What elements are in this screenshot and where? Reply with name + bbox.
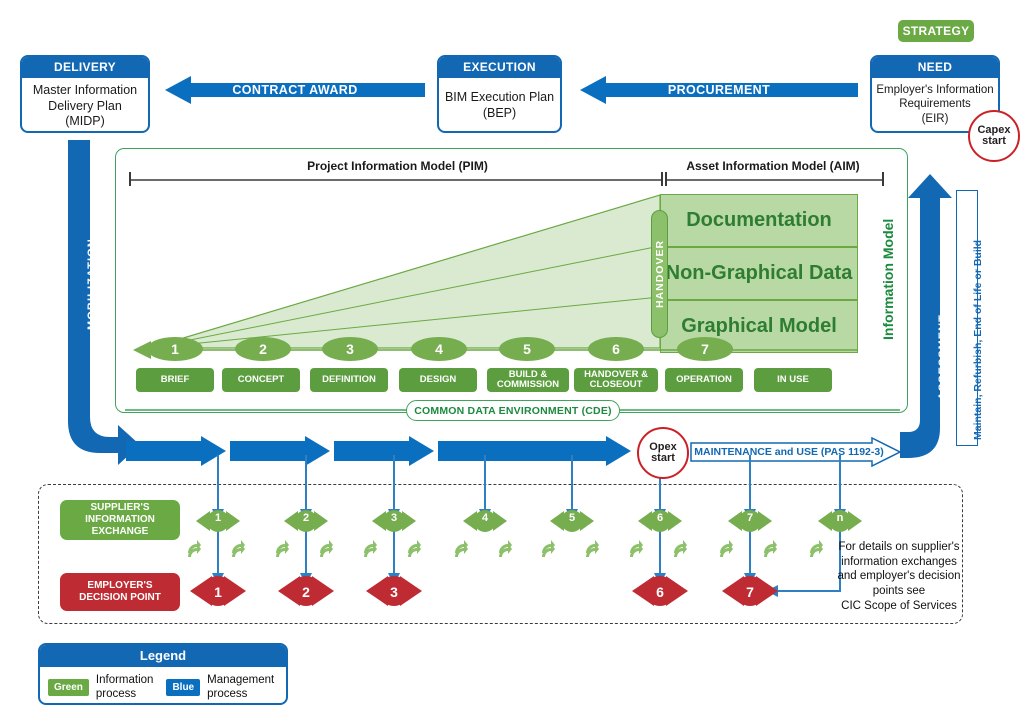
delivery-box: DELIVERY Master Information Delivery Pla… [20, 55, 150, 133]
stage-label-operation: OPERATION [665, 368, 743, 392]
mobilization-label: MOBILIZATION [86, 238, 98, 330]
scope-of-services-note: For details on supplier's information ex… [837, 541, 961, 612]
stage-number-3: 3 [322, 337, 378, 361]
supplier-marker-3: 3 [390, 512, 398, 524]
delivery-box-header: DELIVERY [22, 57, 148, 78]
contract-award-arrow: CONTRACT AWARD [165, 76, 425, 104]
delivery-box-body: Master Information Delivery Plan (MIDP) [32, 83, 138, 129]
employer-marker-2: 2 [302, 584, 310, 600]
information-growth-wedge [149, 194, 660, 349]
supplier-exchange-markers [196, 510, 862, 532]
aim-title: Asset Information Model (AIM) [686, 159, 860, 173]
execution-box-body: BIM Execution Plan (BEP) [444, 90, 555, 120]
handover-bar: HANDOVER [651, 210, 668, 338]
stage-label-concept: CONCEPT [222, 368, 300, 392]
handover-label: HANDOVER [653, 239, 666, 309]
stage-label-design: DESIGN [399, 368, 477, 392]
supplier-marker-5: 5 [568, 512, 576, 524]
stage-number-2: 2 [235, 337, 291, 361]
model-bar-documentation: Documentation [660, 194, 858, 247]
execution-box-header: EXECUTION [439, 57, 560, 78]
model-bar-non-graphical-data: Non-Graphical Data [660, 247, 858, 300]
legend-text-blue: Management process [207, 674, 275, 700]
stage-label-definition: DEFINITION [310, 368, 388, 392]
legend-text-green: Information process [95, 674, 154, 700]
stage-label-handover-closeout: HANDOVER & CLOSEOUT [574, 368, 658, 392]
supplier-marker-6: 6 [656, 512, 664, 524]
supplier-marker-2: 2 [302, 512, 310, 524]
stage-number-6: 6 [588, 337, 644, 361]
employer-marker-6: 6 [656, 584, 664, 600]
procurement-arrow: PROCUREMENT [580, 76, 858, 104]
supplier-marker-7: 7 [746, 512, 754, 524]
procurement-label: PROCUREMENT [667, 83, 771, 97]
capex-start-marker: Capex start [968, 110, 1020, 162]
strategy-badge: STRATEGY [898, 20, 974, 42]
need-box-header: NEED [872, 57, 998, 78]
legend-swatch-green: Green [48, 679, 89, 697]
bim-process-diagram: STRATEGY DELIVERY Master Information Del… [0, 0, 1024, 715]
legend-swatch-blue: Blue [166, 679, 201, 697]
opex-start-marker: Opex start [637, 427, 689, 479]
legend-title: Legend [40, 645, 286, 667]
model-range-rules [129, 172, 884, 186]
cde-badge: COMMON DATA ENVIRONMENT (CDE) [406, 400, 620, 421]
employer-marker-1: 1 [214, 584, 222, 600]
information-model-label: Information Model [880, 218, 896, 340]
stage-label-build-commission: BUILD & COMMISSION [487, 368, 569, 392]
supplier-marker-n: n [836, 512, 844, 524]
execution-box: EXECUTION BIM Execution Plan (BEP) [437, 55, 562, 133]
employer-marker-7: 7 [746, 584, 754, 600]
contract-award-label: CONTRACT AWARD [232, 83, 358, 97]
assessment-label: ASSESSMENT [937, 314, 949, 400]
legend-items: Green Information process Blue Managemen… [40, 667, 286, 703]
stage-number-4: 4 [411, 337, 467, 361]
stage-number-7: 7 [677, 337, 733, 361]
supplier-marker-4: 4 [481, 512, 489, 524]
maintain-refurbish-label: Maintain, Refurbish, End of Life or Buil… [972, 239, 984, 440]
employer-marker-3: 3 [390, 584, 398, 600]
capex-start-label: Capex start [977, 123, 1011, 147]
stage-number-5: 5 [499, 337, 555, 361]
stage-label-in-use: IN USE [754, 368, 832, 392]
supplier-marker-1: 1 [214, 512, 222, 524]
maintenance-and-use-label: MAINTENANCE and USE (PAS 1192-3) [694, 446, 884, 458]
pim-title: Project Information Model (PIM) [307, 159, 488, 173]
opex-start-label: Opex start [649, 440, 677, 464]
stage-number-1: 1 [147, 337, 203, 361]
stage-label-brief: BRIEF [136, 368, 214, 392]
legend: Legend Green Information process Blue Ma… [38, 643, 288, 705]
